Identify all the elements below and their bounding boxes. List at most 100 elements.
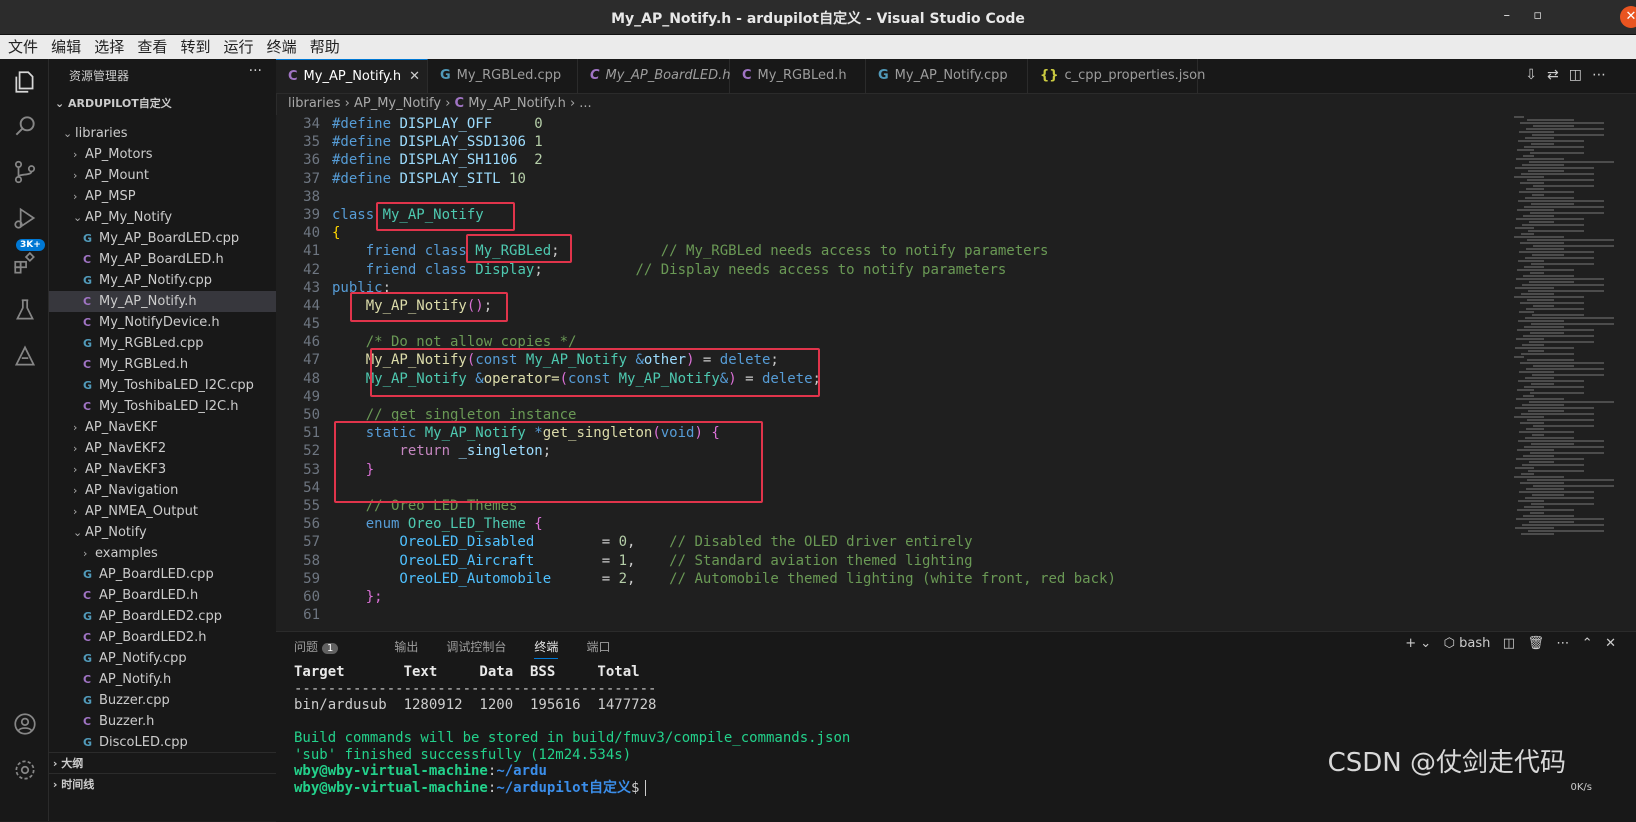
breadcrumb-file[interactable]: My_AP_Notify.h — [468, 96, 566, 111]
explorer-icon[interactable] — [12, 69, 38, 95]
tree-item[interactable]: › AP_Motors — [49, 144, 276, 165]
minimap-line — [1532, 254, 1564, 256]
tree-item[interactable]: G AP_Notify.cpp — [49, 648, 276, 669]
prompt-user: wby@wby-virtual-machine — [294, 779, 488, 796]
run-debug-icon[interactable] — [12, 205, 38, 231]
remote-explorer-icon[interactable] — [12, 343, 38, 369]
minimap[interactable] — [1514, 115, 1624, 631]
code-token: 0 — [618, 534, 628, 551]
outline-section[interactable]: › 大纲 — [49, 752, 276, 774]
editor-tab[interactable]: G My_AP_Notify.cpp — [866, 59, 1028, 93]
tree-item[interactable]: C AP_BoardLED.h — [49, 585, 276, 606]
tree-item[interactable]: G AP_BoardLED.cpp — [49, 564, 276, 585]
tree-item[interactable]: C My_RGBLed.h — [49, 354, 276, 375]
code-line: 58 OreoLED_Aircraft = 1, // Standard avi… — [276, 552, 1116, 570]
close-window-button[interactable]: ✕ — [1620, 6, 1636, 28]
more-panel-actions-icon[interactable]: ⋯ — [1556, 636, 1569, 651]
maximize-panel-icon[interactable]: ⌃ — [1582, 636, 1593, 651]
tree-item[interactable]: C My_AP_BoardLED.h — [49, 249, 276, 270]
timeline-section[interactable]: › 时间线 — [49, 773, 276, 795]
breadcrumb-symbol[interactable]: ... — [579, 96, 591, 111]
tree-item[interactable]: ⌄ AP_My_Notify — [49, 207, 276, 228]
minimize-button[interactable]: – — [1504, 8, 1511, 23]
tree-item[interactable]: G My_ToshibaLED_I2C.cpp — [49, 375, 276, 396]
tree-item[interactable]: ⌄ AP_Notify — [49, 522, 276, 543]
tree-item[interactable]: › AP_Mount — [49, 165, 276, 186]
menu-run[interactable]: 运行 — [224, 35, 254, 59]
minimap-line — [1528, 170, 1564, 172]
tree-item[interactable]: G My_AP_BoardLED.cpp — [49, 228, 276, 249]
editor-tab[interactable]: {} c_cpp_properties.json — [1028, 59, 1205, 93]
editor-tab[interactable]: G My_RGBLed.cpp — [428, 59, 578, 93]
terminal-output[interactable]: Target Text Data BSS Total --------------… — [294, 664, 850, 796]
new-terminal-icon[interactable]: + ⌄ — [1405, 636, 1431, 651]
split-editor-icon[interactable]: ◫ — [1569, 67, 1592, 83]
panel-tab-label: 调试控制台 — [446, 640, 507, 654]
tree-item[interactable]: G DiscoLED.cpp — [49, 732, 276, 753]
testing-icon[interactable] — [12, 297, 38, 323]
close-tab-icon[interactable]: ✕ — [409, 69, 420, 84]
tree-item[interactable]: C My_ToshibaLED_I2C.h — [49, 396, 276, 417]
settings-gear-icon[interactable] — [12, 757, 38, 783]
extensions-icon[interactable] — [12, 251, 38, 277]
tree-item[interactable]: › AP_NavEKF3 — [49, 459, 276, 480]
source-control-icon[interactable] — [12, 159, 38, 185]
prompt-symbol: $ — [631, 779, 640, 796]
panel-tab[interactable]: 问题 1 — [294, 640, 366, 654]
tree-item[interactable]: › examples — [49, 543, 276, 564]
tree-item[interactable]: G My_AP_Notify.cpp — [49, 270, 276, 291]
panel-tab[interactable]: 终端 — [534, 640, 559, 659]
line-number: 51 — [303, 425, 320, 442]
tree-item[interactable]: ⌄ libraries — [49, 123, 276, 144]
breadcrumb-folder[interactable]: AP_My_Notify — [354, 96, 441, 111]
editor-tab[interactable]: C My_RGBLed.h — [730, 59, 866, 93]
menu-help[interactable]: 帮助 — [310, 35, 340, 59]
tree-item[interactable]: G My_RGBLed.cpp — [49, 333, 276, 354]
close-panel-icon[interactable]: ✕ — [1605, 636, 1616, 651]
search-icon[interactable] — [12, 113, 38, 139]
tree-item[interactable]: C AP_Notify.h — [49, 669, 276, 690]
compare-icon[interactable]: ⇩ — [1525, 67, 1547, 83]
breadcrumb-libraries[interactable]: libraries — [288, 96, 341, 111]
code-editor[interactable]: 34 #define DISPLAY_OFF 0 35 #define DISPLAY… — [276, 115, 1636, 631]
terminal-shell-label[interactable]: bash — [1459, 636, 1490, 651]
panel-tab[interactable]: 调试控制台 — [446, 640, 506, 654]
minimap-line — [1530, 452, 1604, 454]
menu-go[interactable]: 转到 — [180, 35, 210, 59]
menu-file[interactable]: 文件 — [8, 35, 38, 59]
changes-icon[interactable]: ⇄ — [1547, 67, 1569, 83]
tree-item[interactable]: C AP_BoardLED2.h — [49, 627, 276, 648]
tab-label: My_RGBLed.cpp — [456, 68, 562, 83]
tree-item[interactable]: › AP_NavEKF — [49, 417, 276, 438]
tree-item[interactable]: › AP_MSP — [49, 186, 276, 207]
tree-item[interactable]: G Buzzer.cpp — [49, 690, 276, 711]
tree-item[interactable]: C My_AP_Notify.h — [49, 291, 276, 312]
menu-terminal[interactable]: 终端 — [267, 35, 297, 59]
maximize-button[interactable]: ▫ — [1533, 8, 1542, 23]
editor-tab[interactable]: C My_AP_BoardLED.h — [578, 59, 730, 93]
split-terminal-icon[interactable]: ◫ — [1503, 636, 1515, 651]
tree-item[interactable]: › AP_Navigation — [49, 480, 276, 501]
code-token: 0 — [534, 116, 543, 132]
tree-item[interactable]: C Buzzer.h — [49, 711, 276, 732]
menu-edit[interactable]: 编辑 — [51, 35, 81, 59]
network-speed: 0K/s — [1570, 782, 1593, 793]
minimap-line — [1529, 401, 1614, 403]
kill-terminal-icon[interactable]: 🗑 — [1527, 636, 1544, 651]
tree-item[interactable]: › AP_NMEA_Output — [49, 501, 276, 522]
panel-tab[interactable]: 输出 — [394, 640, 418, 654]
panel-tab[interactable]: 端口 — [586, 640, 610, 654]
account-icon[interactable] — [12, 711, 38, 737]
more-actions-icon[interactable]: ··· — [249, 63, 262, 79]
chevron-right-icon: › — [73, 463, 78, 476]
tree-item[interactable]: C My_NotifyDevice.h — [49, 312, 276, 333]
tree-item[interactable]: › AP_NavEKF2 — [49, 438, 276, 459]
menu-view[interactable]: 查看 — [137, 35, 167, 59]
workspace-root[interactable]: ⌄ ARDUPILOT自定义 — [55, 95, 172, 111]
menu-selection[interactable]: 选择 — [94, 35, 124, 59]
more-editor-actions-icon[interactable]: ⋯ — [1592, 67, 1616, 83]
tab-label: My_RGBLed.h — [757, 68, 847, 83]
editor-tab[interactable]: C My_AP_Notify.h ✕ — [276, 59, 428, 93]
tree-item[interactable]: G AP_BoardLED2.cpp — [49, 606, 276, 627]
